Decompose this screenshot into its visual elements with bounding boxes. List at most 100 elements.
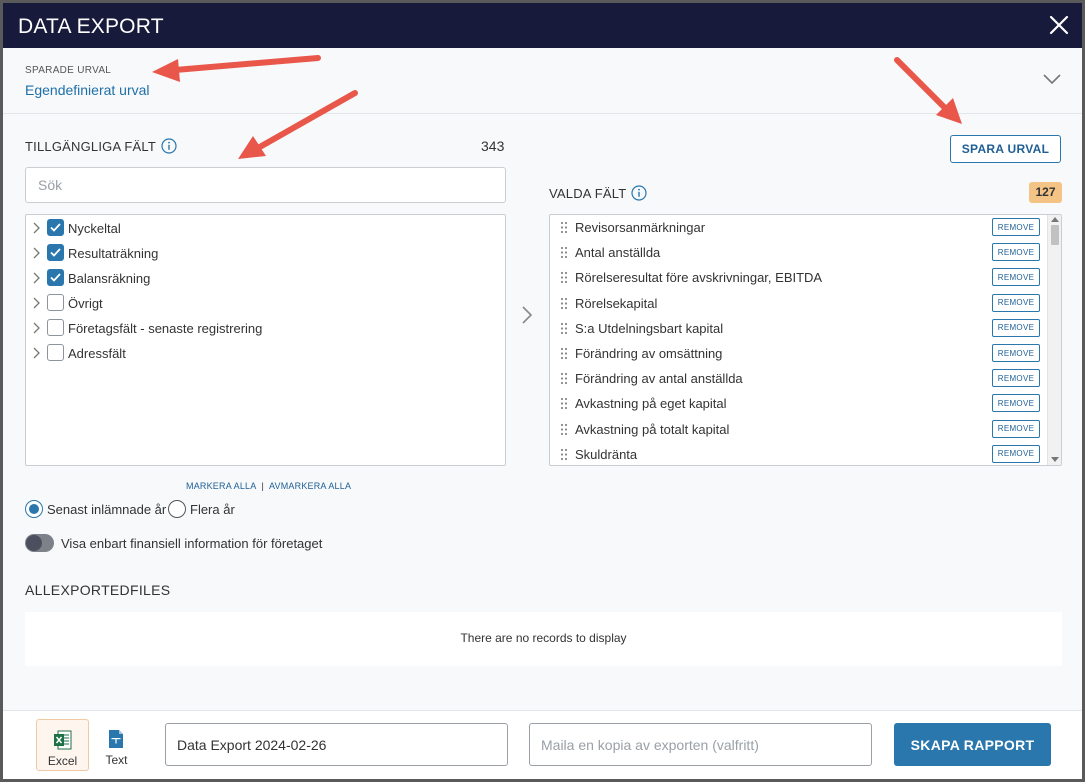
remove-button[interactable]: REMOVE bbox=[992, 369, 1040, 388]
tree-item-checkbox[interactable] bbox=[47, 244, 64, 261]
remove-button[interactable]: REMOVE bbox=[992, 293, 1040, 312]
dialog-titlebar: DATA EXPORT bbox=[3, 3, 1082, 48]
radio-multiple-years-label[interactable]: Flera år bbox=[190, 502, 235, 517]
selected-field-label: Rörelsekapital bbox=[575, 295, 658, 311]
save-selection-button[interactable]: SPARA URVAL bbox=[950, 135, 1061, 163]
selected-field-row[interactable]: Rörelsekapital REMOVE bbox=[550, 291, 1046, 316]
tree-item[interactable]: Adressfält bbox=[26, 342, 505, 364]
text-file-icon bbox=[109, 730, 123, 748]
remove-button[interactable]: REMOVE bbox=[992, 419, 1040, 438]
available-fields-heading: TILLGÄNGLIGA FÄLT bbox=[25, 138, 177, 154]
link-separator: | bbox=[261, 481, 264, 491]
report-name-input[interactable] bbox=[165, 723, 508, 766]
drag-handle-icon[interactable] bbox=[560, 271, 568, 284]
selected-field-row[interactable]: Förändring av antal anställda REMOVE bbox=[550, 366, 1046, 391]
tree-item-label: Resultaträkning bbox=[68, 246, 159, 261]
available-fields-title: TILLGÄNGLIGA FÄLT bbox=[25, 139, 157, 154]
chevron-right-icon[interactable] bbox=[32, 247, 42, 259]
drag-handle-icon[interactable] bbox=[560, 347, 568, 360]
drag-handle-icon[interactable] bbox=[560, 246, 568, 259]
remove-button[interactable]: REMOVE bbox=[992, 318, 1040, 337]
drag-handle-icon[interactable] bbox=[560, 372, 568, 385]
tree-item-label: Företagsfält - senaste registrering bbox=[68, 321, 263, 336]
selected-field-row[interactable]: Förändring av omsättning REMOVE bbox=[550, 341, 1046, 366]
drag-handle-icon[interactable] bbox=[560, 423, 568, 436]
selected-fields-title: VALDA FÄLT bbox=[549, 186, 627, 201]
radio-multiple-years[interactable] bbox=[168, 500, 186, 518]
selected-fields-count-badge: 127 bbox=[1029, 182, 1062, 203]
close-icon[interactable] bbox=[1048, 14, 1070, 36]
remove-button[interactable]: REMOVE bbox=[992, 444, 1040, 463]
tree-item-label: Balansräkning bbox=[68, 271, 151, 286]
dialog-title: DATA EXPORT bbox=[18, 15, 164, 38]
drag-handle-icon[interactable] bbox=[560, 221, 568, 234]
remove-button[interactable]: REMOVE bbox=[992, 243, 1040, 262]
radio-latest-year-label[interactable]: Senast inlämnade år bbox=[47, 502, 166, 517]
remove-button[interactable]: REMOVE bbox=[992, 268, 1040, 287]
tree-item-label: Adressfält bbox=[68, 346, 126, 361]
selected-field-row[interactable]: Antal anställda REMOVE bbox=[550, 240, 1046, 265]
selected-field-row[interactable]: Avkastning på eget kapital REMOVE bbox=[550, 391, 1046, 416]
selected-fields-scrollbar[interactable] bbox=[1047, 215, 1061, 465]
scroll-down-icon[interactable] bbox=[1051, 457, 1059, 462]
chevron-right-icon[interactable] bbox=[32, 222, 42, 234]
mark-links: MARKERA ALLA | AVMARKERA ALLA bbox=[186, 481, 351, 491]
tree-item[interactable]: Nyckeltal bbox=[26, 217, 505, 239]
checkmark-icon bbox=[50, 248, 61, 257]
remove-button[interactable]: REMOVE bbox=[992, 344, 1040, 362]
tree-item-checkbox[interactable] bbox=[47, 269, 64, 286]
selected-field-row[interactable]: Rörelseresultat före avskrivningar, EBIT… bbox=[550, 265, 1046, 290]
drag-handle-icon[interactable] bbox=[560, 322, 568, 335]
saved-selection-value[interactable]: Egendefinierat urval bbox=[25, 82, 150, 98]
selected-field-label: Förändring av omsättning bbox=[575, 346, 723, 361]
select-all-link[interactable]: MARKERA ALLA bbox=[186, 481, 256, 491]
format-excel-button[interactable]: Excel bbox=[36, 719, 89, 771]
create-report-button[interactable]: SKAPA RAPPORT bbox=[894, 723, 1051, 766]
tree-item[interactable]: Övrigt bbox=[26, 292, 505, 314]
tree-item-checkbox[interactable] bbox=[47, 319, 64, 336]
financial-only-toggle[interactable] bbox=[25, 534, 54, 552]
selected-field-row[interactable]: Skuldränta REMOVE bbox=[550, 442, 1046, 465]
remove-button[interactable]: REMOVE bbox=[992, 218, 1040, 236]
radio-latest-year[interactable] bbox=[25, 500, 43, 518]
format-excel-label: Excel bbox=[47, 754, 78, 768]
format-text-button[interactable]: Text bbox=[90, 719, 143, 771]
tree-item-checkbox[interactable] bbox=[47, 344, 64, 361]
remove-button[interactable]: REMOVE bbox=[992, 394, 1040, 413]
chevron-down-icon[interactable] bbox=[1042, 72, 1062, 86]
tree-item[interactable]: Företagsfält - senaste registrering bbox=[26, 317, 505, 339]
scroll-up-icon[interactable] bbox=[1051, 217, 1059, 222]
selected-field-label: Skuldränta bbox=[575, 446, 638, 462]
email-copy-input[interactable] bbox=[529, 723, 872, 766]
financial-only-toggle-label: Visa enbart finansiell information för f… bbox=[61, 536, 323, 551]
selected-field-row[interactable]: S:a Utdelningsbart kapital REMOVE bbox=[550, 316, 1046, 341]
chevron-right-icon[interactable] bbox=[519, 304, 535, 326]
selected-field-row[interactable]: Avkastning på totalt kapital REMOVE bbox=[550, 417, 1046, 442]
selected-field-row[interactable]: Revisorsanmärkningar REMOVE bbox=[550, 215, 1046, 240]
tree-item-checkbox[interactable] bbox=[47, 294, 64, 311]
tree-item[interactable]: Balansräkning bbox=[26, 267, 505, 289]
tree-item-label: Övrigt bbox=[68, 296, 103, 311]
available-fields-tree: Nyckeltal Resultaträkning Balansräkning Övr… bbox=[25, 214, 506, 466]
scrollbar-thumb[interactable] bbox=[1051, 225, 1059, 245]
excel-icon bbox=[54, 730, 72, 750]
deselect-all-link[interactable]: AVMARKERA ALLA bbox=[269, 481, 351, 491]
selected-field-label: S:a Utdelningsbart kapital bbox=[575, 320, 724, 336]
selected-field-label: Förändring av antal anställda bbox=[575, 371, 743, 387]
chevron-right-icon[interactable] bbox=[32, 322, 42, 334]
search-input[interactable] bbox=[25, 167, 506, 203]
chevron-right-icon[interactable] bbox=[32, 272, 42, 284]
info-icon[interactable] bbox=[631, 185, 647, 201]
info-icon[interactable] bbox=[161, 138, 177, 154]
drag-handle-icon[interactable] bbox=[560, 448, 568, 461]
tree-item-checkbox[interactable] bbox=[47, 219, 64, 236]
selected-field-label: Rörelseresultat före avskrivningar, EBIT… bbox=[575, 270, 823, 286]
saved-selection-dropdown[interactable]: SPARADE URVAL Egendefinierat urval bbox=[3, 48, 1082, 114]
chevron-right-icon[interactable] bbox=[32, 347, 42, 359]
drag-handle-icon[interactable] bbox=[560, 297, 568, 310]
chevron-right-icon[interactable] bbox=[32, 297, 42, 309]
saved-selection-label: SPARADE URVAL bbox=[25, 65, 112, 76]
drag-handle-icon[interactable] bbox=[560, 397, 568, 410]
tree-item[interactable]: Resultaträkning bbox=[26, 242, 505, 264]
checkmark-icon bbox=[50, 273, 61, 282]
